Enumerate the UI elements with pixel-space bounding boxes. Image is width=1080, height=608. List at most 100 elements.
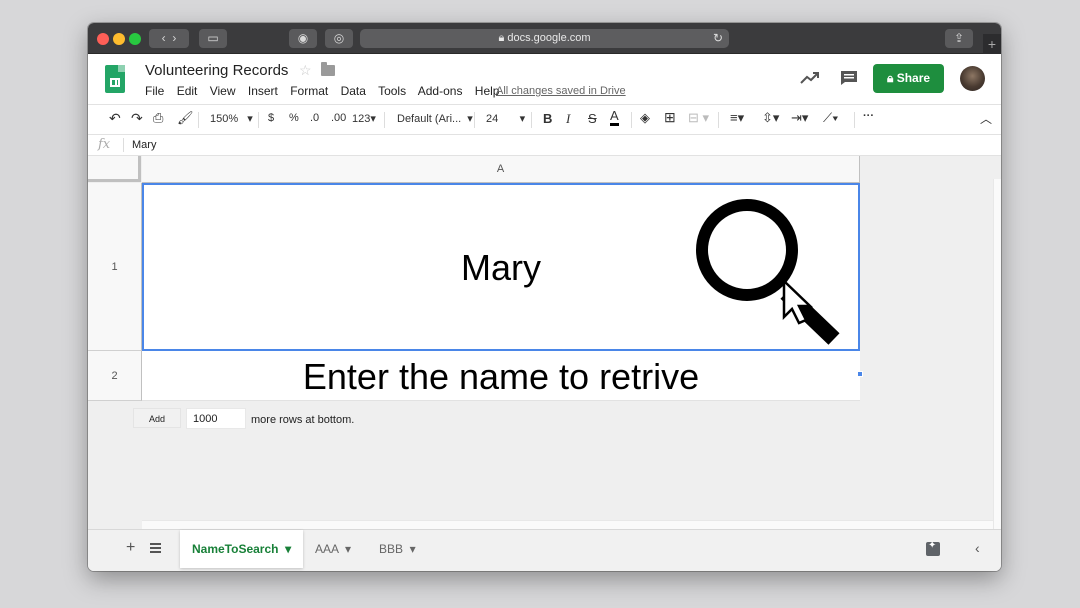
tab-label: BBB (379, 542, 404, 556)
account-avatar[interactable] (960, 66, 985, 91)
sidebar-toggle-icon[interactable]: ▭ (199, 29, 227, 48)
fx-icon: fx (98, 137, 111, 152)
lock-icon: 🔒︎ (886, 71, 894, 85)
comments-icon[interactable] (840, 70, 858, 86)
document-title[interactable]: Volunteering Records (145, 62, 288, 79)
font-size-select[interactable]: 24 ▾ (486, 112, 525, 125)
tab-bbb[interactable]: BBB ▾ (379, 530, 416, 568)
vertical-scrollbar[interactable] (993, 179, 1001, 529)
activity-trend-icon[interactable] (799, 70, 821, 86)
toolbar-divider (198, 112, 199, 128)
percent-format-button[interactable]: % (289, 112, 299, 124)
add-rows-count-input[interactable]: 1000 (186, 408, 246, 429)
tab-label: NameToSearch (192, 542, 279, 556)
menu-edit[interactable]: Edit (177, 84, 198, 98)
share-button[interactable]: 🔒︎ Share (873, 64, 944, 93)
text-wrapping-icon[interactable]: ⇥▾ (791, 110, 808, 126)
new-tab-icon[interactable]: + (983, 34, 1001, 54)
select-all-corner[interactable] (88, 156, 141, 182)
lock-icon: 🔒︎ (498, 32, 505, 44)
password-extension-icon[interactable]: ◉ (289, 29, 317, 48)
menu-format[interactable]: Format (290, 84, 328, 98)
text-color-button[interactable]: A (610, 109, 619, 126)
url-text: docs.google.com (507, 32, 591, 44)
row-header-1[interactable]: 1 (88, 183, 142, 351)
menu-file[interactable]: File (145, 84, 164, 98)
explore-icon[interactable] (926, 540, 940, 556)
folder-icon[interactable] (321, 62, 335, 76)
sheets-logo-icon[interactable] (105, 65, 125, 93)
tab-nametosearch[interactable]: NameToSearch ▾ (180, 530, 304, 568)
undo-icon[interactable]: ↶ (109, 110, 121, 127)
menu-view[interactable]: View (210, 84, 236, 98)
horizontal-scrollbar[interactable] (142, 520, 993, 529)
zoom-select[interactable]: 150% ▾ (210, 112, 253, 125)
menu-addons[interactable]: Add-ons (418, 84, 463, 98)
add-rows-button[interactable]: Add (133, 408, 181, 428)
close-window-button[interactable] (97, 33, 109, 45)
vertical-align-icon[interactable]: ⇳▾ (762, 110, 779, 126)
selection-fill-handle[interactable] (857, 371, 863, 377)
more-formats-label: 123 (352, 113, 371, 125)
formula-input[interactable]: Mary (132, 139, 156, 151)
minimize-window-button[interactable] (113, 33, 125, 45)
toolbar-divider (718, 112, 719, 128)
menu-tools[interactable]: Tools (378, 84, 406, 98)
column-header-a[interactable]: A (142, 156, 860, 183)
decrease-decimal-button[interactable]: .0 (310, 112, 319, 124)
grammarly-extension-icon[interactable]: ◎ (325, 29, 353, 48)
all-sheets-icon[interactable] (150, 543, 161, 553)
formatting-toolbar: ↶ ↷ ⎙ 🖌︎ 150% ▾ $ % .0 .00 123▾ Default … (88, 104, 1001, 135)
strikethrough-button[interactable]: S (588, 111, 597, 126)
reload-icon[interactable]: ↻ (713, 29, 723, 48)
cell-a1[interactable]: Mary (142, 183, 860, 351)
cell-a2-value: Enter the name to retrive (302, 356, 700, 397)
tab-label: AAA (315, 542, 339, 556)
borders-icon[interactable]: ⊞ (664, 109, 676, 126)
increase-decimal-button[interactable]: .00 (331, 112, 346, 124)
toolbar-divider (854, 112, 855, 128)
menu-insert[interactable]: Insert (248, 84, 278, 98)
bold-button[interactable]: B (543, 111, 552, 126)
back-forward-buttons[interactable]: ‹ › (149, 29, 189, 48)
font-family-select[interactable]: Default (Ari... ▾ (397, 112, 473, 125)
browser-window: ‹ › ▭ ◉ ◎ 🔒︎ docs.google.com ↻ ⇪ + Volun… (88, 23, 1001, 571)
tab-aaa[interactable]: AAA ▾ (315, 530, 351, 568)
toolbar-divider (631, 112, 632, 128)
italic-button[interactable]: I (566, 111, 570, 127)
share-button-label: Share (896, 71, 931, 85)
cell-a2[interactable]: Enter the name to retrive (142, 351, 860, 401)
horizontal-align-icon[interactable]: ≡▾ (730, 110, 744, 126)
row-header-2[interactable]: 2 (88, 351, 142, 401)
magnifier-cursor-icon (696, 199, 840, 345)
spreadsheet-grid: A 1 Mary 2 Enter the name to retrive Add… (88, 156, 1001, 529)
print-icon[interactable]: ⎙ (153, 110, 163, 126)
collapse-toolbar-icon[interactable]: ︿ (980, 110, 992, 127)
fill-color-icon[interactable]: ◈ (640, 110, 650, 126)
font-size-value: 24 (486, 113, 499, 125)
zoom-value: 150% (210, 113, 239, 125)
text-rotation-icon[interactable]: ⟋▾ (823, 110, 838, 126)
browser-titlebar: ‹ › ▭ ◉ ◎ 🔒︎ docs.google.com ↻ ⇪ + (88, 23, 1001, 54)
star-icon[interactable]: ☆ (299, 62, 312, 79)
toolbar-divider (384, 112, 385, 128)
share-sheet-icon[interactable]: ⇪ (945, 29, 973, 48)
currency-format-button[interactable]: $ (268, 112, 274, 124)
menu-bar: File Edit View Insert Format Data Tools … (145, 84, 508, 98)
zoom-window-button[interactable] (129, 33, 141, 45)
toolbar-divider (531, 112, 532, 128)
merge-cells-icon[interactable]: ⊟ ▾ (688, 110, 709, 126)
more-formats-button[interactable]: 123▾ (352, 112, 376, 125)
more-tools-button[interactable]: ··· (863, 110, 874, 122)
save-status-link[interactable]: All changes saved in Drive (496, 85, 626, 97)
collapse-side-panel-icon[interactable]: ‹ (975, 540, 980, 556)
formula-bar: fx Mary (88, 135, 1001, 156)
paint-format-icon[interactable]: 🖌︎ (177, 110, 194, 126)
add-sheet-icon[interactable]: + (126, 539, 135, 557)
menu-data[interactable]: Data (341, 84, 366, 98)
address-bar[interactable]: 🔒︎ docs.google.com ↻ (360, 29, 729, 48)
toolbar-divider (258, 112, 259, 128)
toolbar-divider (474, 112, 475, 128)
redo-icon[interactable]: ↷ (131, 110, 143, 127)
formula-divider (123, 138, 124, 152)
